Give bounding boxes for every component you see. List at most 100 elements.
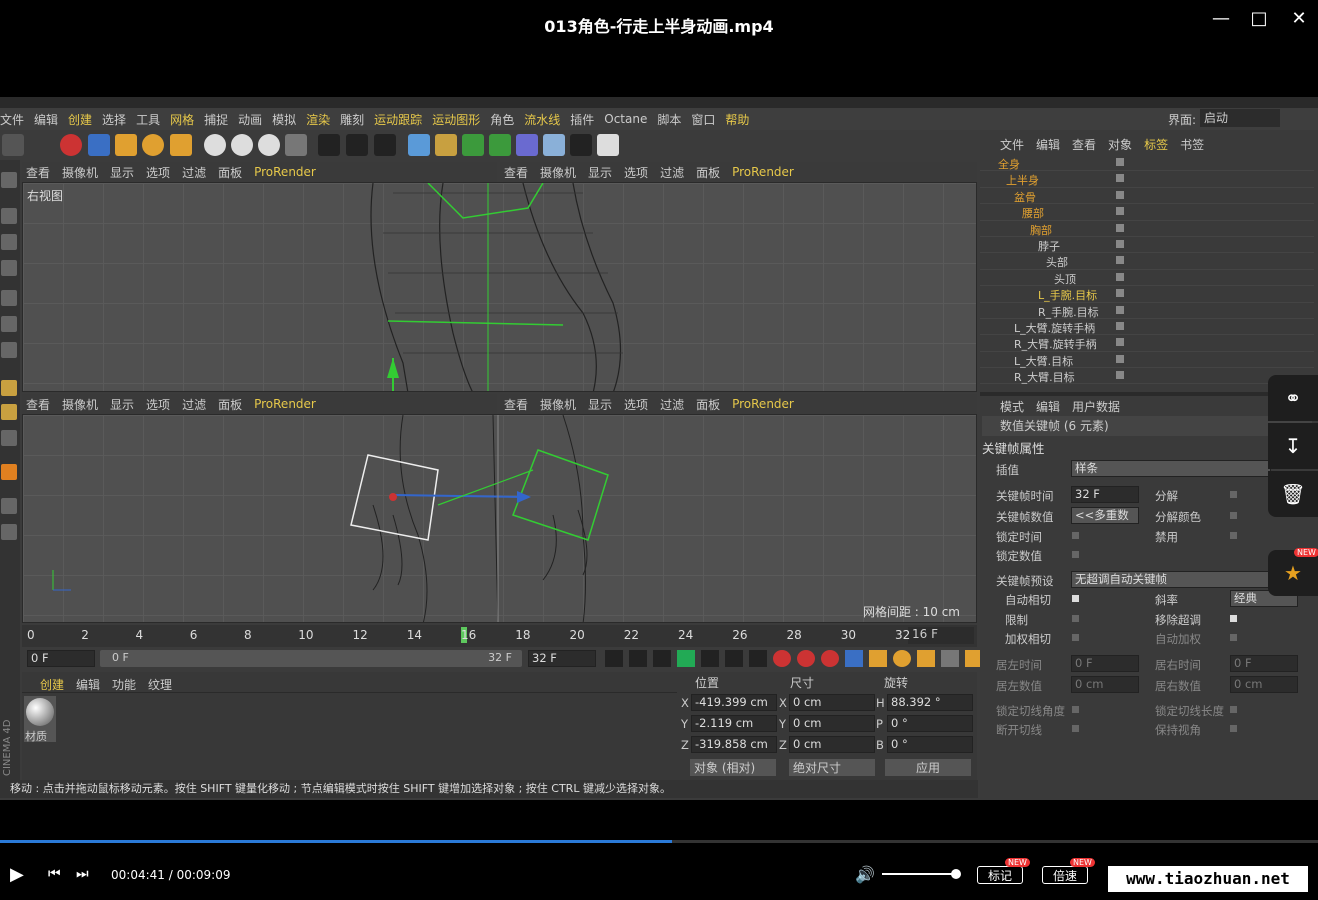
menu-item[interactable]: 选择 [102, 111, 126, 128]
close-icon[interactable]: ✕ [1284, 8, 1314, 29]
timeline[interactable] [22, 625, 977, 647]
viewport-menu-item[interactable]: 摄像机 [62, 164, 98, 181]
visibility-icon[interactable] [1116, 158, 1124, 166]
next-key-icon[interactable] [725, 650, 743, 667]
interp-select[interactable]: 样条 [1071, 460, 1271, 477]
start-frame-field[interactable]: 0 F [27, 650, 95, 667]
coord-pos-field[interactable]: -419.399 cm [691, 694, 777, 711]
coord-pos-field[interactable]: -319.858 cm [691, 736, 777, 753]
undo-icon[interactable] [2, 134, 24, 156]
prev-key-icon[interactable] [629, 650, 647, 667]
key-time-field[interactable]: 32 F [1071, 486, 1139, 503]
menu-item[interactable]: 动画 [238, 111, 262, 128]
object-row[interactable]: L_大臂.目标 [980, 352, 1314, 369]
current-frame-field[interactable]: 16 F [908, 627, 974, 644]
menu-item[interactable]: 编辑 [34, 111, 58, 128]
object-row[interactable]: 盆骨 [980, 188, 1314, 205]
coord-size-field[interactable]: 0 cm [789, 715, 875, 732]
prev-frame-icon[interactable] [653, 650, 671, 667]
viewport-menu-item[interactable]: 面板 [218, 164, 242, 181]
viewport-menu-item[interactable]: 选项 [146, 164, 170, 181]
play-icon[interactable] [677, 650, 695, 667]
viewport-menu-item[interactable]: 摄像机 [540, 396, 576, 413]
attribute-tab[interactable]: 模式 [1000, 398, 1024, 415]
preset-select[interactable]: 无超调自动关键帧 [1071, 571, 1271, 588]
menu-item[interactable]: 窗口 [691, 111, 715, 128]
visibility-icon[interactable] [1116, 272, 1124, 281]
object-tab[interactable]: 对象 [1108, 136, 1132, 153]
left-time-field[interactable]: 0 F [1071, 655, 1139, 672]
coord-pos-field[interactable]: -2.119 cm [691, 715, 777, 732]
attribute-tab[interactable]: 编辑 [1036, 398, 1060, 415]
cube-icon[interactable] [408, 134, 430, 156]
material-tab[interactable]: 功能 [112, 676, 136, 693]
key-scale-icon[interactable] [869, 650, 887, 667]
viewport-menu-item[interactable]: 显示 [110, 396, 134, 413]
object-row[interactable]: L_大臂.旋转手柄 [980, 319, 1314, 336]
material-tab[interactable]: 创建 [40, 676, 64, 693]
previous-icon[interactable]: ⏮ [48, 866, 61, 882]
visibility-icon[interactable] [1116, 174, 1124, 183]
goto-end-icon[interactable] [749, 650, 767, 667]
coord-system-icon[interactable] [285, 134, 307, 156]
magnet-icon[interactable] [1, 464, 17, 480]
object-row[interactable]: 上半身 [980, 171, 1314, 188]
tweak-mode-icon[interactable] [1, 404, 17, 420]
split-checkbox[interactable] [1230, 491, 1237, 498]
visibility-icon[interactable] [1116, 239, 1124, 248]
key-rot-icon[interactable] [893, 650, 911, 667]
visibility-icon[interactable] [1116, 305, 1124, 314]
play-pause-icon[interactable]: ▶ [10, 864, 24, 885]
material-tab[interactable]: 纹理 [148, 676, 172, 693]
split-color-checkbox[interactable] [1230, 512, 1237, 519]
visibility-icon[interactable] [1116, 338, 1124, 347]
menu-item[interactable]: 插件 [570, 111, 594, 128]
viewport-menu-item[interactable]: ProRender [254, 165, 316, 179]
left-value-field[interactable]: 0 cm [1071, 676, 1139, 693]
lock-time-checkbox[interactable] [1072, 532, 1079, 539]
autokey-icon[interactable] [797, 650, 815, 667]
visibility-icon[interactable] [1116, 354, 1124, 363]
goto-start-icon[interactable] [605, 650, 623, 667]
viewport-menu-item[interactable]: 查看 [504, 164, 528, 181]
range-slider[interactable]: 0 F 32 F [100, 650, 522, 667]
apply-button[interactable]: 应用 [885, 759, 971, 776]
viewport-menu-item[interactable]: ProRender [732, 397, 794, 411]
deformer-icon[interactable] [516, 134, 538, 156]
cloner-icon[interactable] [489, 134, 511, 156]
select-tool-icon[interactable] [60, 134, 82, 156]
key-param-icon[interactable] [917, 650, 935, 667]
grid-workplane-icon[interactable] [1, 524, 17, 540]
menu-item[interactable]: 模拟 [272, 111, 296, 128]
key-value-field[interactable]: <<多重数 [1071, 507, 1139, 524]
object-row[interactable]: L_手腕.目标 [980, 286, 1314, 303]
viewport-menu-item[interactable]: 显示 [588, 164, 612, 181]
viewport-menu-item[interactable]: 面板 [696, 164, 720, 181]
object-row[interactable]: R_手腕.目标 [980, 303, 1314, 319]
menu-item[interactable]: 帮助 [725, 111, 749, 128]
key-pla-icon[interactable] [941, 650, 959, 667]
right-time-field[interactable]: 0 F [1230, 655, 1298, 672]
keyset-icon[interactable] [821, 650, 839, 667]
coord-rot-field[interactable]: 0 ° [887, 715, 973, 732]
end-frame-field[interactable]: 32 F [528, 650, 596, 667]
model-mode-icon[interactable] [1, 208, 17, 224]
viewport-menu-item[interactable]: 摄像机 [540, 164, 576, 181]
right-value-field[interactable]: 0 cm [1230, 676, 1298, 693]
object-row[interactable]: R_大臂.目标 [980, 368, 1314, 385]
render-settings-icon[interactable] [374, 134, 396, 156]
viewport-menu-item[interactable]: 过滤 [182, 164, 206, 181]
menu-item[interactable]: 运动跟踪 [374, 111, 422, 128]
visibility-icon[interactable] [1116, 289, 1124, 298]
scale-tool-icon[interactable] [115, 134, 137, 156]
next-icon[interactable]: ⏭ [76, 866, 89, 882]
object-row[interactable]: 脖子 [980, 237, 1314, 254]
viewport-menu-item[interactable]: 摄像机 [62, 396, 98, 413]
auto-tangent-checkbox[interactable] [1072, 595, 1079, 602]
visibility-icon[interactable] [1116, 256, 1124, 265]
viewport-menu-item[interactable]: ProRender [732, 165, 794, 179]
mark-button[interactable]: 标记 [977, 866, 1023, 884]
menu-item[interactable]: 工具 [136, 111, 160, 128]
object-tab[interactable]: 标签 [1144, 136, 1168, 153]
coord-size-mode-select[interactable]: 绝对尺寸 [789, 759, 875, 776]
